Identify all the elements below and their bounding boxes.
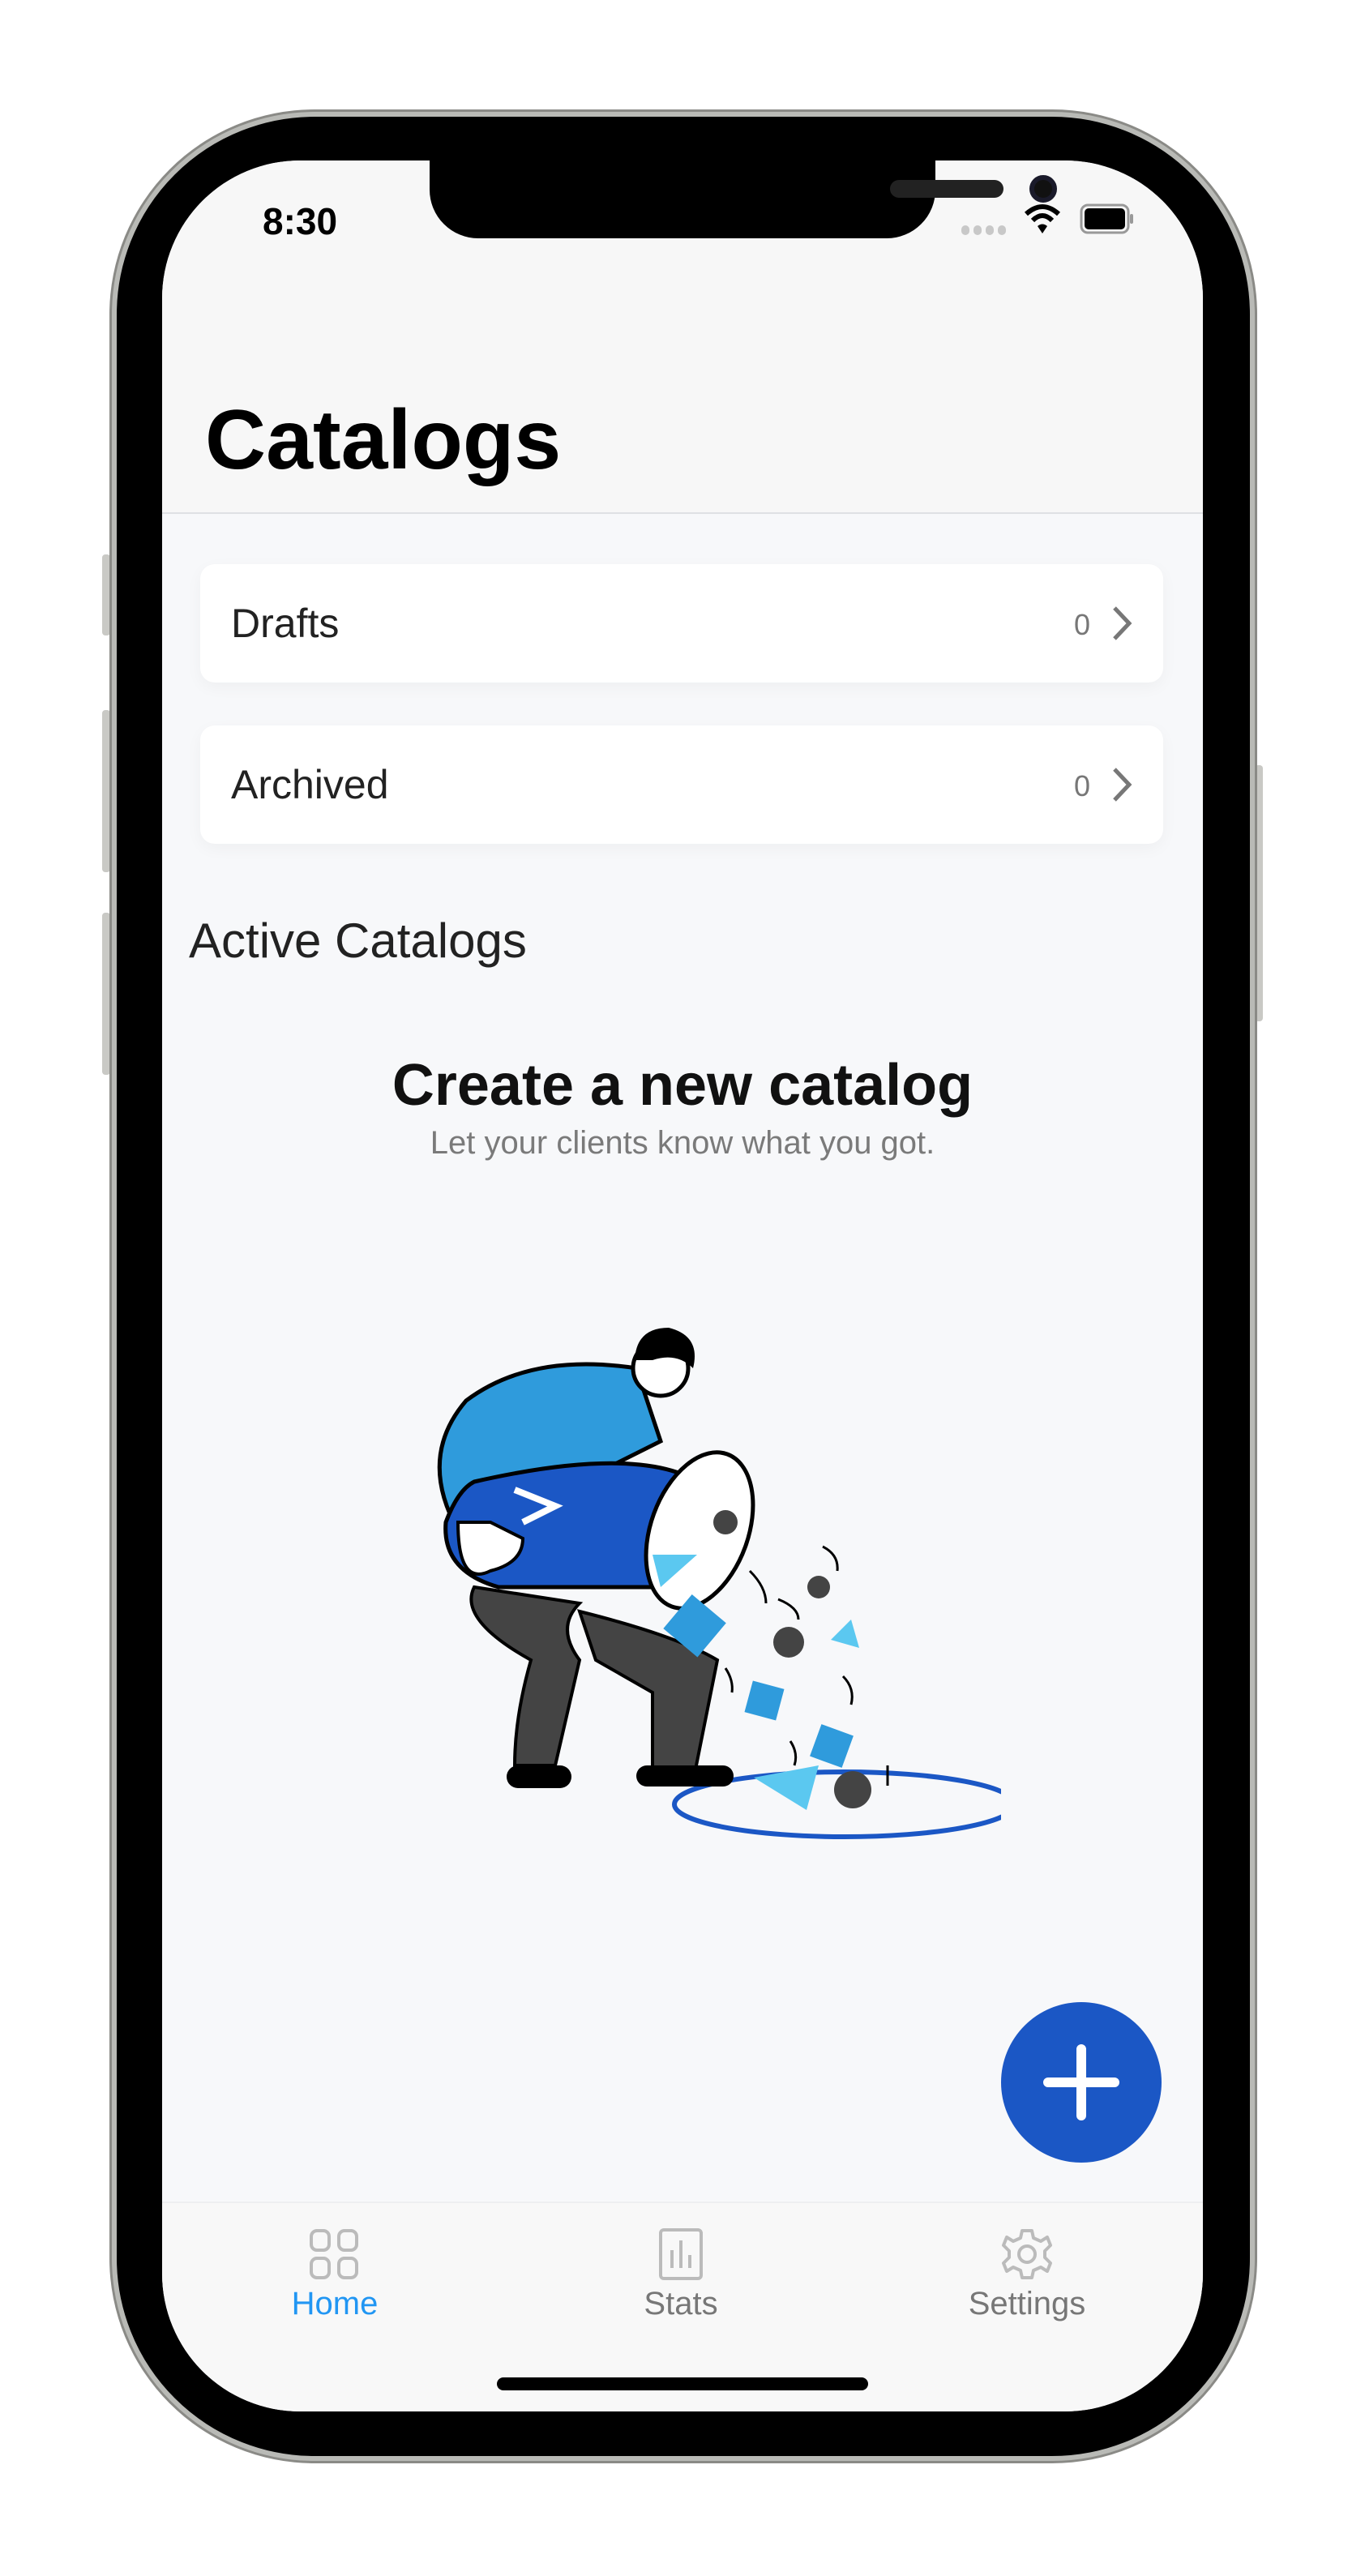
chevron-right-icon — [1113, 768, 1132, 802]
plus-icon — [1043, 2044, 1119, 2120]
gear-icon — [1002, 2229, 1052, 2279]
notch — [430, 160, 1057, 238]
tab-label: Stats — [644, 2286, 718, 2321]
app-screen: 8:30 Catalogs Drafts 0 Archived 0 Active… — [162, 160, 1203, 2411]
grid-icon — [310, 2229, 358, 2279]
add-catalog-button[interactable] — [1001, 2002, 1162, 2163]
list-item-count: 0 — [1073, 608, 1090, 641]
page-title: Catalogs — [205, 393, 562, 487]
tab-label: Settings — [968, 2286, 1086, 2321]
list-item-label: Archived — [231, 762, 389, 807]
bar-chart-icon — [659, 2228, 703, 2280]
tab-home[interactable]: Home — [237, 2227, 432, 2322]
list-item-count: 0 — [1073, 769, 1090, 802]
tab-stats[interactable]: Stats — [584, 2227, 778, 2322]
battery-icon — [1080, 203, 1133, 234]
empty-state-illustration — [437, 1328, 1001, 1839]
chevron-right-icon — [1113, 606, 1132, 640]
list-item-drafts[interactable]: Drafts 0 — [200, 564, 1163, 683]
section-title: Active Catalogs — [189, 914, 527, 968]
tab-label: Home — [291, 2286, 379, 2321]
list-item-archived[interactable]: Archived 0 — [200, 725, 1163, 844]
signal-icon — [961, 225, 1006, 235]
wifi-icon — [1024, 204, 1061, 233]
empty-state-subtitle: Let your clients know what you got. — [430, 1125, 935, 1161]
list-item-label: Drafts — [231, 601, 340, 646]
tab-settings[interactable]: Settings — [930, 2227, 1124, 2322]
empty-state-title: Create a new catalog — [392, 1053, 973, 1118]
home-indicator — [497, 2377, 868, 2390]
status-time: 8:30 — [263, 200, 338, 242]
